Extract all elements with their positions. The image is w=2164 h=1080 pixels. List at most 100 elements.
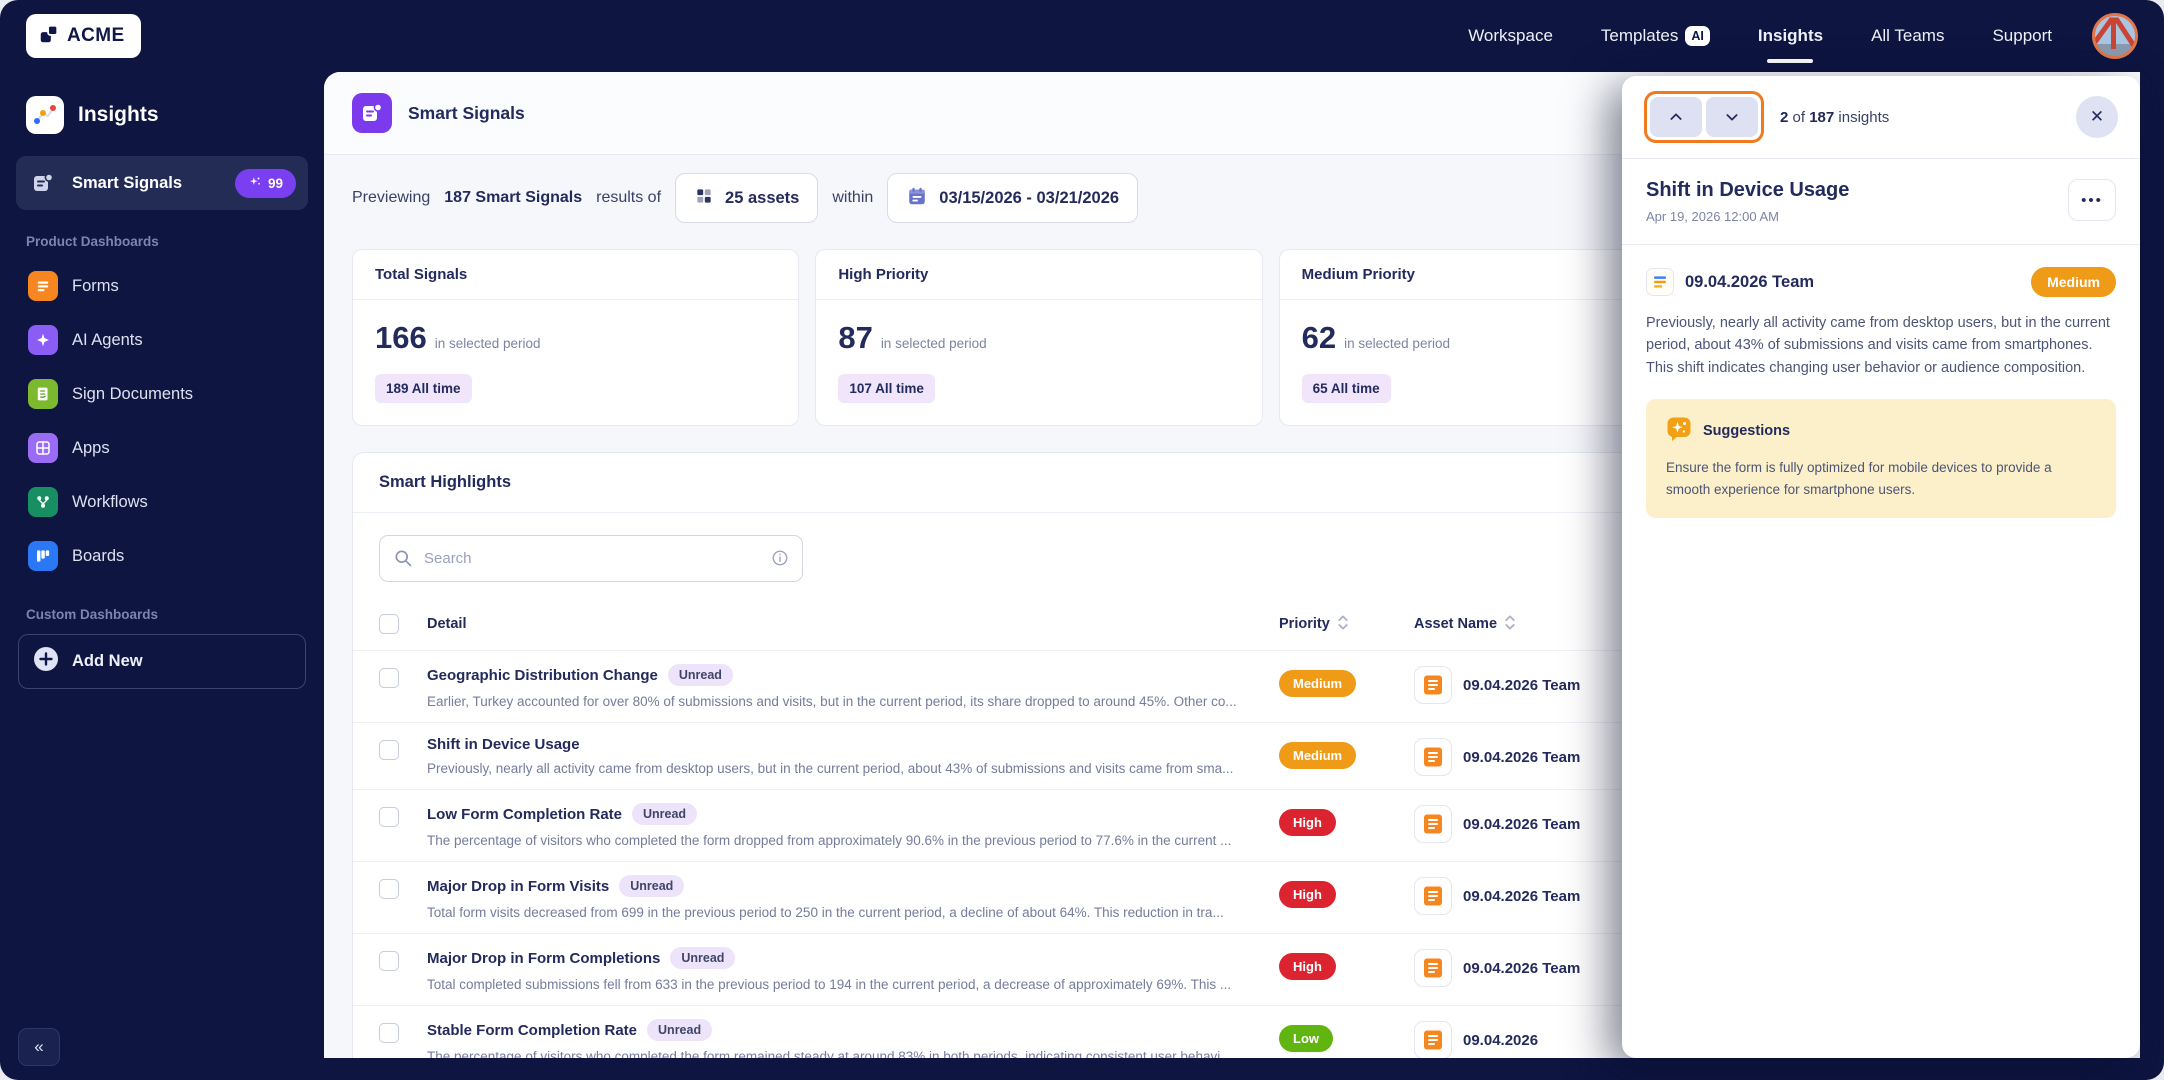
- smart-signals-header-icon: [352, 93, 392, 133]
- nav-item-all-teams[interactable]: All Teams: [1871, 26, 1944, 46]
- nav-item-insights[interactable]: Insights: [1758, 26, 1823, 46]
- stat-alltime-badge: 65 All time: [1301, 374, 1391, 403]
- search-input[interactable]: [379, 535, 803, 582]
- stat-alltime-badge: 189 All time: [375, 374, 472, 403]
- avatar[interactable]: [2092, 13, 2138, 59]
- detail-cell: Major Drop in Form Visits Unread Total for…: [427, 875, 1279, 920]
- sign-documents-icon: [28, 379, 58, 409]
- unread-badge: Unread: [632, 803, 698, 825]
- table-row[interactable]: Stable Form Completion Rate Unread The per…: [353, 1005, 1725, 1058]
- table-row[interactable]: Major Drop in Form Completions Unread Tota…: [353, 933, 1725, 1005]
- select-all-checkbox[interactable]: [379, 614, 399, 634]
- sidebar-item-label: Forms: [72, 276, 119, 295]
- row-checkbox[interactable]: [379, 879, 399, 899]
- row-checkbox[interactable]: [379, 668, 399, 688]
- date-range-button[interactable]: 03/15/2026 - 03/21/2026: [887, 173, 1139, 223]
- nav-item-templates[interactable]: Templates AI: [1601, 26, 1710, 46]
- acme-logo[interactable]: ACME: [26, 14, 141, 58]
- priority-cell: Low: [1279, 1019, 1414, 1052]
- stat-title: High Priority: [816, 250, 1262, 300]
- pager-of: of: [1792, 108, 1806, 126]
- sidebar-item-label: Workflows: [72, 492, 148, 511]
- table-row[interactable]: Major Drop in Form Visits Unread Total for…: [353, 861, 1725, 933]
- stat-alltime-badge: 107 All time: [838, 374, 935, 403]
- close-panel-button[interactable]: ✕: [2076, 96, 2118, 138]
- boards-icon: [28, 541, 58, 571]
- asset-document-icon: [1414, 877, 1452, 915]
- priority-badge: High: [1279, 953, 1336, 980]
- apps-icon: [28, 433, 58, 463]
- priority-badge: Medium: [1279, 742, 1357, 769]
- insight-body: 09.04.2026 Team Medium Previously, nearl…: [1622, 245, 2140, 540]
- nav-item-workspace[interactable]: Workspace: [1468, 26, 1553, 46]
- nav-item-support[interactable]: Support: [1992, 26, 2052, 46]
- row-checkbox[interactable]: [379, 740, 399, 760]
- sidebar-item-workflows[interactable]: Workflows: [16, 475, 308, 529]
- signal-title: Stable Form Completion Rate: [427, 1021, 638, 1039]
- add-new-label: Add New: [72, 652, 143, 670]
- signal-description: Total completed submissions fell from 63…: [427, 977, 1232, 992]
- sidebar-item-label: Sign Documents: [72, 384, 194, 403]
- sidebar-item-sign-documents[interactable]: Sign Documents: [16, 367, 308, 421]
- sidebar-header: Insights: [16, 90, 308, 156]
- smart-signals-count-badge: 99: [234, 168, 296, 198]
- sidebar-item-forms[interactable]: Forms: [16, 259, 308, 313]
- table-row[interactable]: Geographic Distribution Change Unread Earl…: [353, 650, 1725, 722]
- sidebar-collapse-button[interactable]: «: [18, 1028, 60, 1066]
- ai-agents-icon: [28, 325, 58, 355]
- asset-name: 09.04.2026 Team: [1463, 815, 1581, 833]
- row-checkbox[interactable]: [379, 951, 399, 971]
- team-document-icon: [1646, 268, 1674, 296]
- stat-title: Total Signals: [353, 250, 799, 300]
- asset-name: 09.04.2026 Team: [1463, 959, 1581, 977]
- calendar-icon: [906, 185, 928, 212]
- insight-panel-header: 2 of 187 insights ✕: [1622, 76, 2140, 159]
- priority-cell: Medium: [1279, 664, 1414, 697]
- next-insight-button[interactable]: [1706, 97, 1758, 137]
- sidebar-item-boards[interactable]: Boards: [16, 529, 308, 583]
- insight-priority-badge: Medium: [2031, 267, 2116, 297]
- nav-items: Workspace Templates AI Insights All Teams Sup…: [1468, 26, 2052, 46]
- priority-cell: Medium: [1279, 736, 1414, 769]
- insight-description: Previously, nearly all activity came fro…: [1646, 315, 2110, 376]
- sidebar-item-label: Boards: [72, 546, 125, 565]
- row-checkbox[interactable]: [379, 1023, 399, 1043]
- column-priority[interactable]: Priority: [1279, 614, 1414, 635]
- assets-grid-icon: [694, 186, 714, 211]
- pager-text: 2 of 187 insights: [1780, 109, 1889, 126]
- priority-badge: Medium: [1279, 670, 1357, 697]
- sidebar-item-smart-signals[interactable]: Smart Signals 99: [16, 156, 308, 210]
- preview-prefix: Previewing: [352, 189, 431, 206]
- asset-document-icon: [1414, 738, 1452, 776]
- search-box: [379, 535, 803, 582]
- add-new-button[interactable]: Add New: [18, 634, 306, 689]
- info-icon[interactable]: [771, 549, 789, 572]
- signal-description: Previously, nearly all activity came fro…: [427, 761, 1234, 776]
- stat-caption: in selected period: [880, 336, 987, 351]
- table-body: Geographic Distribution Change Unread Earl…: [353, 650, 1725, 1058]
- ai-badge: AI: [1685, 26, 1710, 46]
- detail-cell: Stable Form Completion Rate Unread The per…: [427, 1019, 1279, 1058]
- row-checkbox[interactable]: [379, 807, 399, 827]
- assets-label: 25 assets: [725, 188, 800, 207]
- nav-item-label: Workspace: [1468, 26, 1553, 45]
- sidebar-item-ai-agents[interactable]: AI Agents: [16, 313, 308, 367]
- signal-description: The percentage of visitors who completed…: [427, 1049, 1232, 1058]
- sort-icon: [1504, 614, 1516, 635]
- table-row[interactable]: Shift in Device Usage Previously, nearly …: [353, 722, 1725, 789]
- preview-within: within: [832, 189, 874, 206]
- sidebar-title: Insights: [78, 103, 159, 126]
- sidebar-item-apps[interactable]: Apps: [16, 421, 308, 475]
- section-custom-dashboards: Custom Dashboards: [26, 607, 159, 622]
- smart-highlights-card: Smart Highlights Detail Priority Asset N…: [352, 452, 1726, 1058]
- asset-name: 09.04.2026 Team: [1463, 887, 1581, 905]
- more-options-button[interactable]: •••: [2068, 179, 2116, 221]
- insights-app-icon: [26, 96, 64, 134]
- table-row[interactable]: Low Form Completion Rate Unread The percen…: [353, 789, 1725, 861]
- stat-value: 166: [375, 320, 427, 355]
- assets-filter-button[interactable]: 25 assets: [675, 173, 819, 223]
- previous-insight-button[interactable]: [1650, 97, 1702, 137]
- signal-title: Geographic Distribution Change: [427, 666, 658, 684]
- forms-icon: [28, 271, 58, 301]
- signal-title: Major Drop in Form Visits: [427, 877, 610, 895]
